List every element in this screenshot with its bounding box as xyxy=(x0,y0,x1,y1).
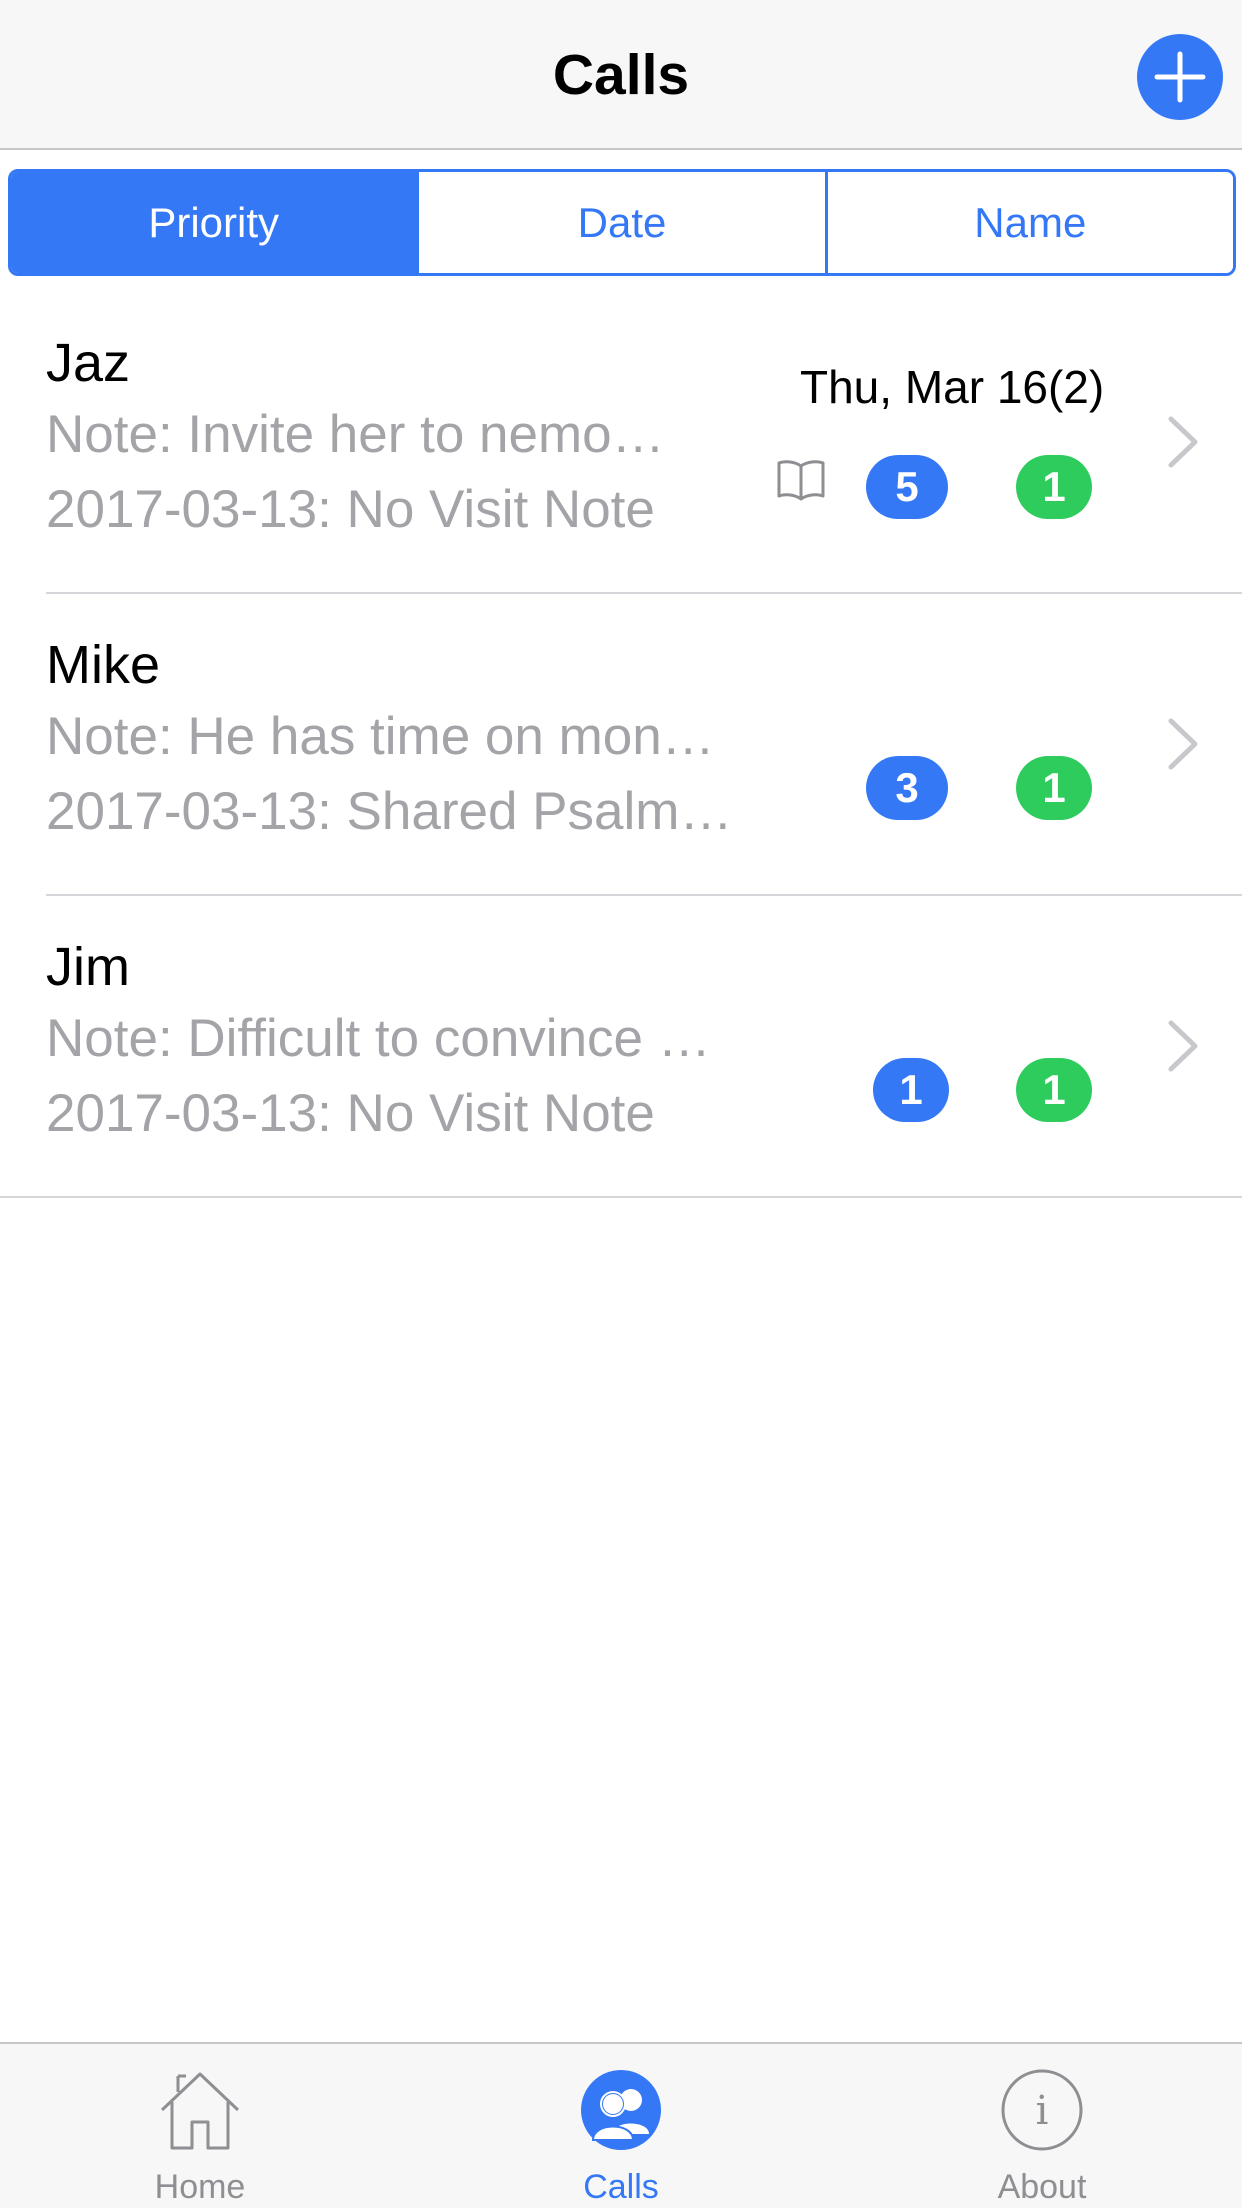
svg-text:i: i xyxy=(1036,2088,1049,2134)
nav-bar: Calls xyxy=(0,0,1242,150)
call-row-mike[interactable]: Mike Note: He has time on mon… 2017-03-1… xyxy=(0,594,1242,896)
tab-calls[interactable]: Calls xyxy=(501,2044,741,2210)
blue-count-badge: 1 xyxy=(873,1058,949,1122)
add-call-button[interactable] xyxy=(1137,34,1223,120)
tab-label: Calls xyxy=(583,2168,659,2206)
info-icon: i xyxy=(1001,2069,1083,2151)
green-count-badge: 1 xyxy=(1016,756,1092,820)
row-divider xyxy=(0,1196,1242,1198)
tab-about[interactable]: i About xyxy=(922,2044,1162,2210)
call-note: Note: Invite her to nemo… xyxy=(46,405,665,464)
chevron-right-icon xyxy=(1168,416,1198,468)
call-date: Thu, Mar 16(2) xyxy=(800,361,1105,413)
chevron-right-icon xyxy=(1168,1020,1198,1072)
tab-name[interactable]: Name xyxy=(824,172,1233,273)
call-visit: 2017-03-13: No Visit Note xyxy=(46,1084,655,1143)
blue-count-badge: 5 xyxy=(866,455,948,519)
call-name: Jaz xyxy=(46,333,131,393)
call-visit: 2017-03-13: No Visit Note xyxy=(46,480,655,539)
blue-count-badge: 3 xyxy=(866,756,948,820)
plus-icon xyxy=(1154,51,1206,103)
call-name: Jim xyxy=(46,937,130,997)
calls-icon xyxy=(581,2070,661,2150)
chevron-right-icon xyxy=(1168,718,1198,770)
tab-bar: Home Calls i About xyxy=(0,2042,1242,2208)
tab-priority[interactable]: Priority xyxy=(11,172,417,273)
home-icon xyxy=(160,2072,240,2150)
green-count-badge: 1 xyxy=(1016,455,1092,519)
call-row-jaz[interactable]: Jaz Note: Invite her to nemo… 2017-03-13… xyxy=(0,292,1242,594)
call-note: Note: Difficult to convince … xyxy=(46,1009,711,1068)
tab-date[interactable]: Date xyxy=(416,172,825,273)
green-count-badge: 1 xyxy=(1016,1058,1092,1122)
sort-segmented-control: Priority Date Name xyxy=(8,169,1236,276)
call-note: Note: He has time on mon… xyxy=(46,707,715,766)
call-name: Mike xyxy=(46,635,161,695)
call-visit: 2017-03-13: Shared Psalm… xyxy=(46,782,733,841)
tab-label: About xyxy=(997,2168,1087,2206)
tab-label: Home xyxy=(154,2168,246,2206)
book-icon xyxy=(777,460,825,501)
tab-home[interactable]: Home xyxy=(80,2044,320,2210)
page-title: Calls xyxy=(552,43,690,107)
call-row-jim[interactable]: Jim Note: Difficult to convince … 2017-0… xyxy=(0,896,1242,1198)
